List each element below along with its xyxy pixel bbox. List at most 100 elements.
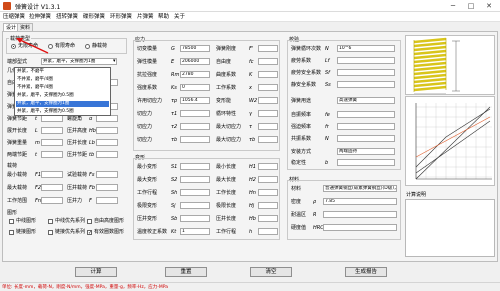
stress-row-input[interactable]: 0: [180, 84, 210, 91]
window-title: 弹簧设计 V1.3.1: [15, 4, 61, 11]
menu-leaf-spring[interactable]: 片弹簧: [137, 13, 154, 21]
stress-row-input[interactable]: 78500: [180, 45, 210, 52]
stress-row-symbol: Rm: [171, 72, 180, 78]
developed-length-input[interactable]: [41, 127, 63, 134]
pitch-input[interactable]: [41, 115, 63, 122]
test-load-input[interactable]: [96, 171, 118, 178]
deformation-row-input[interactable]: [180, 215, 210, 222]
stress-row-input-2[interactable]: [258, 45, 278, 52]
menu-help[interactable]: 帮助: [158, 13, 169, 21]
radio-static-load[interactable]: [85, 44, 90, 49]
min-load-label: 最小载荷: [7, 172, 28, 178]
menu-disc-spring[interactable]: 碟形弹簧: [83, 13, 105, 21]
menu-about[interactable]: 关于: [174, 13, 185, 21]
tab-data[interactable]: 资料: [17, 23, 34, 31]
deformation-row-input-2[interactable]: [258, 202, 278, 209]
dropdown-option-selected[interactable]: 并紧，磨平，支撑圈为1圈: [16, 101, 109, 107]
dropdown-option[interactable]: 并紧，磨平，支撑圈为0.5圈: [16, 93, 109, 99]
dropdown-option[interactable]: 不并紧，磨平/4圈: [16, 77, 109, 83]
clear-button[interactable]: 清空: [250, 267, 292, 277]
material-row-input[interactable]: [323, 211, 397, 218]
helix-angle-input[interactable]: [96, 115, 118, 122]
check-centerline-graph[interactable]: [9, 219, 14, 224]
work-range-input[interactable]: [41, 197, 63, 204]
min-load-input[interactable]: [41, 171, 63, 178]
spring-weight-input[interactable]: [41, 139, 63, 146]
frequency-row-input[interactable]: [337, 111, 395, 118]
radio-static-label: 静载荷: [92, 43, 108, 49]
max-load-input[interactable]: [41, 184, 63, 191]
check-coils-graph[interactable]: ✓: [87, 230, 92, 236]
load-title: 载荷: [7, 163, 18, 169]
stress-row-input-2[interactable]: [258, 97, 278, 104]
menu-torsion-spring[interactable]: 扭转弹簧: [56, 13, 78, 21]
stress-row-input[interactable]: 206000: [180, 58, 210, 65]
deformation-row-input[interactable]: [180, 202, 210, 209]
material-row-input[interactable]: [323, 224, 397, 231]
check-row-input[interactable]: [337, 69, 395, 76]
stress-row-input[interactable]: 1056.4: [180, 97, 210, 104]
close-button[interactable]: ✕: [482, 1, 496, 11]
deformation-row-input-2[interactable]: [258, 215, 278, 222]
result-textarea[interactable]: [405, 199, 495, 257]
stress-row-symbol: τb: [171, 137, 178, 143]
deformation-row-input-2[interactable]: [258, 189, 278, 196]
stress-row-symbol-2: K: [249, 72, 253, 78]
check-link-series[interactable]: [48, 230, 53, 235]
calculate-button[interactable]: 计算: [75, 267, 117, 277]
deformation-row-label-2: 最大长度: [216, 177, 237, 183]
maximize-button[interactable]: □: [464, 1, 478, 11]
use-select[interactable]: 高速弹簧: [337, 97, 395, 104]
deformation-row-input[interactable]: 1: [180, 228, 210, 235]
deformation-row-input[interactable]: [180, 163, 210, 170]
deformation-row-input[interactable]: [180, 189, 210, 196]
minimize-button[interactable]: ─: [446, 1, 460, 11]
solid-height-input[interactable]: [96, 127, 118, 134]
deformation-row-input-2[interactable]: [258, 163, 278, 170]
dropdown-option[interactable]: 并紧，不磨平: [16, 69, 109, 75]
solid-length-input[interactable]: [96, 139, 118, 146]
menu-tension-spring[interactable]: 拉伸弹簧: [29, 13, 51, 21]
generate-report-button[interactable]: 生成报告: [345, 267, 387, 277]
stress-row-input-2[interactable]: [258, 136, 278, 143]
stress-row-input-2[interactable]: [258, 84, 278, 91]
check-free-height-graph[interactable]: [87, 219, 92, 224]
stress-row-input[interactable]: [180, 136, 210, 143]
stress-row-input[interactable]: [180, 110, 210, 117]
menu-ring-spring[interactable]: 环形弹簧: [110, 13, 132, 21]
check-row-input[interactable]: [337, 57, 395, 64]
frequency-row-input[interactable]: [337, 135, 395, 142]
reset-button[interactable]: 重置: [165, 267, 207, 277]
dropdown-option[interactable]: 并紧，磨平，支撑圈为0.5圈: [16, 109, 109, 115]
stress-row-input-2[interactable]: [258, 123, 278, 130]
deformation-row-label-2: 极限长度: [216, 203, 237, 209]
deformation-row-input[interactable]: [180, 176, 210, 183]
check-row-input[interactable]: 10^6: [337, 45, 395, 52]
solid-load-input[interactable]: [96, 184, 118, 191]
solid-pitch-input[interactable]: [96, 151, 118, 158]
solid-force-input[interactable]: [96, 197, 118, 204]
stress-row-input-2[interactable]: [258, 110, 278, 117]
check-link-graph[interactable]: [9, 230, 14, 235]
material-row-input[interactable]: 普通弹簧钢丝(碳素弹簧钢丝)(D级)，中级: [323, 185, 397, 192]
stability-input[interactable]: [337, 159, 395, 166]
stress-row-input[interactable]: 2780: [180, 71, 210, 78]
check-centerline-series[interactable]: [48, 219, 53, 224]
end-pitch-input[interactable]: [41, 151, 63, 158]
spring-weight-label: 弹簧重量: [7, 140, 28, 146]
dropdown-option[interactable]: 不并紧，磨平/4圈: [16, 85, 109, 91]
deformation-row-input-2[interactable]: [258, 176, 278, 183]
chevron-down-icon[interactable]: ▾: [113, 58, 116, 64]
stress-row-input[interactable]: [180, 123, 210, 130]
menu-compression-spring[interactable]: 压缩弹簧: [3, 13, 25, 21]
check-row-input[interactable]: [337, 81, 395, 88]
stress-row-symbol: τp: [171, 98, 178, 104]
frequency-row-symbol: N: [325, 136, 329, 142]
mount-select[interactable]: 两端固持: [337, 148, 395, 155]
end-type-select[interactable]: 并紧，磨平，支撑圈为1圈: [41, 58, 117, 65]
frequency-row-input[interactable]: [337, 123, 395, 130]
material-row-input[interactable]: 7.85: [323, 198, 397, 205]
stress-row-input-2[interactable]: [258, 58, 278, 65]
stress-row-input-2[interactable]: [258, 71, 278, 78]
deformation-row-input-2[interactable]: [258, 228, 278, 235]
